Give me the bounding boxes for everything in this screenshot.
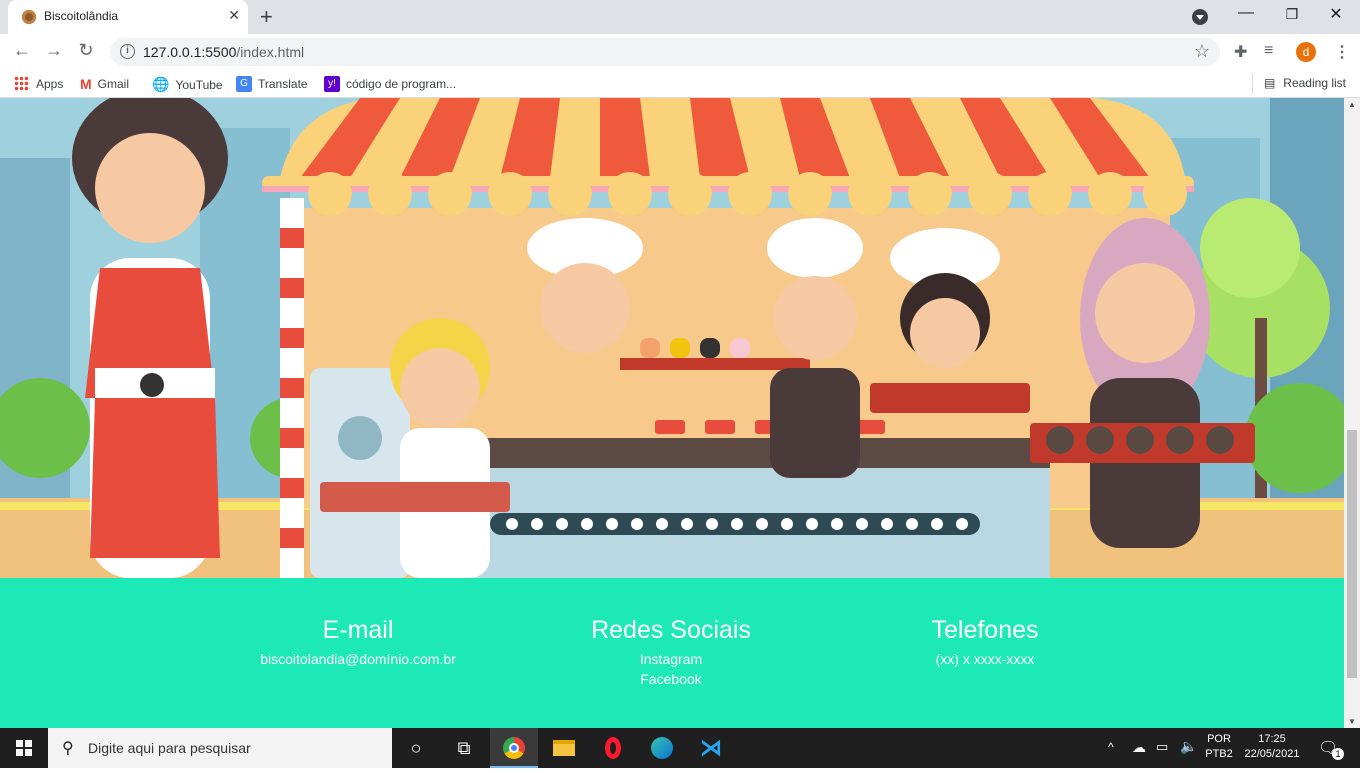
yahoo-icon: y!	[324, 76, 340, 92]
notification-count: 1	[1332, 748, 1344, 760]
phones-heading: Telefones	[931, 616, 1039, 644]
bookmark-label: Translate	[258, 77, 308, 91]
bookmark-yahoo[interactable]: y! código de program...	[324, 76, 456, 92]
bookmark-label: Apps	[36, 77, 64, 91]
search-icon: ⚲	[62, 740, 74, 757]
reload-icon[interactable]: ↻	[74, 40, 98, 61]
facebook-link[interactable]: Facebook	[511, 671, 831, 687]
lang-top: POR	[1207, 733, 1231, 745]
url-path: /index.html	[236, 44, 305, 60]
tab-title: Biscoitolândia	[44, 9, 119, 23]
bookmark-label: código de program...	[346, 77, 457, 91]
email-section: E-mail biscoitolandia@domínio.com.br	[198, 616, 518, 667]
file-explorer-icon[interactable]	[540, 728, 588, 768]
clock-time: 17:25	[1258, 733, 1286, 745]
address-bar[interactable]: i 127.0.0.1:5500/index.html ☆	[110, 38, 1220, 66]
browser-toolbar: ← → ↻ i 127.0.0.1:5500/index.html ☆ ✚ ≡ …	[0, 34, 1360, 70]
contact-footer: E-mail biscoitolandia@domínio.com.br Red…	[0, 578, 1344, 728]
close-tab-icon[interactable]: ✕	[228, 7, 240, 24]
onedrive-icon[interactable]: ☁	[1132, 739, 1146, 756]
opera-icon[interactable]	[589, 728, 637, 768]
language-indicator[interactable]: POR PTB2	[1204, 733, 1234, 760]
taskbar-search[interactable]: ⚲ Digite aqui para pesquisar	[48, 728, 392, 768]
bookmark-apps[interactable]: Apps	[14, 76, 63, 92]
bookmark-youtube[interactable]: 🌐 YouTube	[152, 76, 223, 93]
phones-section: Telefones (xx) x xxxx-xxxx	[825, 616, 1145, 667]
forward-icon[interactable]: →	[42, 40, 66, 61]
bookmark-label: Gmail	[97, 77, 130, 91]
lang-bottom: PTB2	[1205, 748, 1233, 760]
email-address[interactable]: biscoitolandia@domínio.com.br	[198, 651, 518, 667]
email-heading: E-mail	[322, 616, 394, 644]
cortana-icon[interactable]: ○	[392, 728, 440, 768]
hero-illustration	[0, 98, 1344, 578]
vscode-icon[interactable]: ⋊	[687, 728, 735, 768]
social-section: Redes Sociais Instagram Facebook	[511, 616, 831, 687]
volume-icon[interactable]: 🔈	[1180, 738, 1197, 755]
new-tab-icon[interactable]: +	[260, 4, 273, 30]
profile-avatar[interactable]: d	[1296, 42, 1316, 62]
translate-icon: G	[236, 76, 252, 92]
url-host: 127.0.0.1:5500	[143, 44, 237, 60]
restore-icon[interactable]: ❐	[1272, 6, 1312, 23]
globe-icon: 🌐	[152, 76, 170, 92]
close-window-icon[interactable]: ✕	[1316, 4, 1356, 24]
windows-logo-icon	[16, 740, 32, 756]
browser-tab[interactable]: Biscoitolândia ✕	[8, 0, 248, 34]
instagram-link[interactable]: Instagram	[511, 651, 831, 667]
social-heading: Redes Sociais	[591, 616, 751, 644]
scroll-up-icon[interactable]: ▲	[1348, 100, 1356, 109]
bookmark-label: YouTube	[175, 77, 223, 92]
windows-taskbar: ⚲ Digite aqui para pesquisar ○ ⧉ ⋊ ^ ☁ ▭…	[0, 728, 1360, 768]
reading-list-button[interactable]: ▤ Reading list	[1251, 74, 1346, 94]
bookmarks-bar: Apps M Gmail 🌐 YouTube G Translate y! có…	[0, 70, 1360, 98]
scroll-down-icon[interactable]: ▼	[1348, 717, 1356, 726]
network-icon[interactable]: ▭	[1156, 739, 1168, 755]
minimize-icon[interactable]: —	[1226, 4, 1266, 22]
tab-strip: Biscoitolândia ✕ + — ❐ ✕	[0, 0, 1360, 34]
cookie-favicon-icon	[22, 10, 36, 24]
back-icon[interactable]: ←	[10, 40, 34, 61]
tray-chevron-icon[interactable]: ^	[1108, 740, 1114, 754]
clock-date: 22/05/2021	[1244, 748, 1300, 760]
tab-search-icon[interactable]	[1192, 9, 1208, 25]
reading-list-icon: ▤	[1263, 76, 1276, 90]
extensions-icon[interactable]: ✚	[1234, 42, 1247, 62]
chrome-taskbar-icon[interactable]	[490, 728, 538, 768]
bakery-illustration	[0, 98, 1344, 578]
bookmark-gmail[interactable]: M Gmail	[80, 76, 129, 92]
start-button[interactable]	[0, 728, 48, 768]
bookmark-translate[interactable]: G Translate	[236, 76, 308, 92]
search-placeholder: Digite aqui para pesquisar	[88, 740, 251, 756]
divider	[1251, 74, 1253, 94]
edge-icon[interactable]	[638, 728, 686, 768]
menu-dots-icon[interactable]: ⋮	[1334, 42, 1350, 62]
phone-number: (xx) x xxxx-xxxx	[935, 651, 1035, 667]
page-viewport: E-mail biscoitolandia@domínio.com.br Red…	[0, 98, 1344, 728]
site-info-icon[interactable]: i	[120, 44, 135, 59]
apps-grid-icon	[14, 76, 30, 92]
gmail-icon: M	[80, 76, 92, 92]
media-control-icon[interactable]: ≡	[1264, 42, 1273, 60]
task-view-icon[interactable]: ⧉	[440, 728, 488, 768]
scrollbar-thumb[interactable]	[1347, 430, 1357, 678]
url-text: 127.0.0.1:5500/index.html	[143, 44, 304, 60]
clock[interactable]: 17:25 22/05/2021	[1240, 733, 1304, 760]
bookmark-star-icon[interactable]: ☆	[1194, 41, 1210, 62]
page-scrollbar[interactable]: ▲ ▼	[1344, 98, 1360, 728]
reading-list-label: Reading list	[1283, 76, 1346, 90]
